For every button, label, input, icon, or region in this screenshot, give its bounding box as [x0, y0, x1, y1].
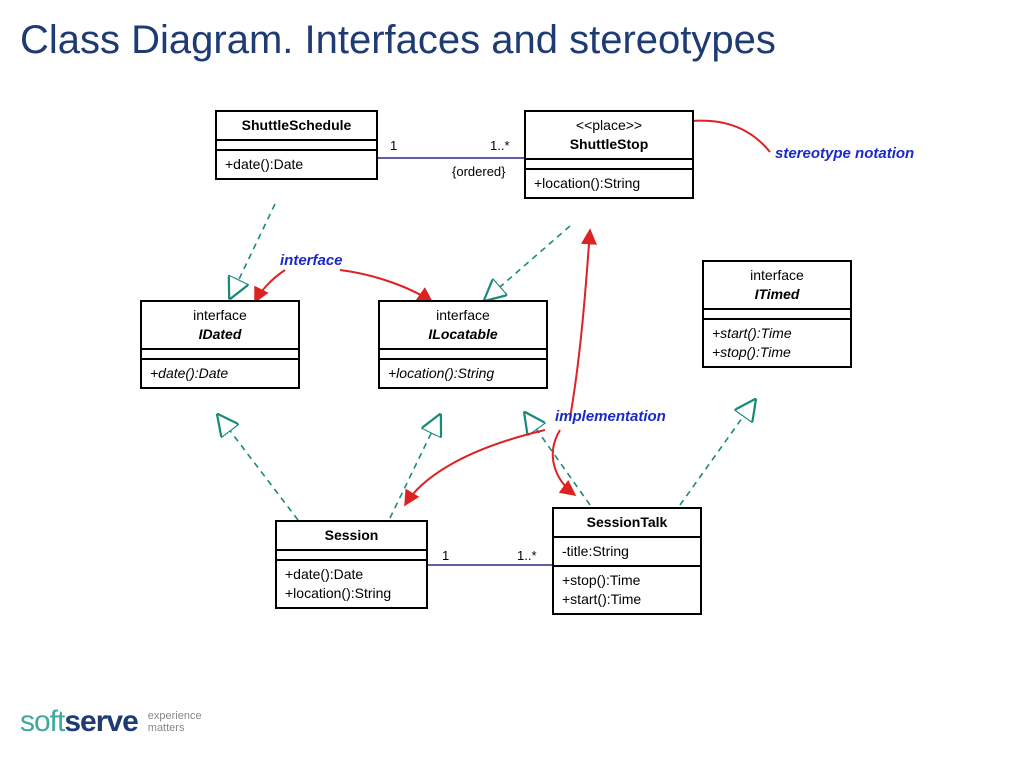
- class-attrs-empty: [380, 350, 546, 360]
- class-attrs: -title:String: [554, 538, 700, 567]
- op: +stop():Time: [712, 343, 842, 362]
- note-interface: interface: [280, 252, 343, 269]
- stereotype: interface: [150, 306, 290, 325]
- op: +start():Time: [562, 590, 692, 609]
- stereotype: interface: [712, 266, 842, 285]
- class-attrs-empty: [217, 141, 376, 151]
- class-ops: +date():Date: [142, 360, 298, 387]
- class-name: ITimed: [712, 285, 842, 304]
- interface-ilocatable: interface ILocatable +location():String: [378, 300, 548, 389]
- class-ops: +location():String: [380, 360, 546, 387]
- class-ops: +date():Date: [217, 151, 376, 178]
- class-name: SessionTalk: [554, 509, 700, 538]
- class-name: ShuttleStop: [534, 135, 684, 154]
- class-attrs-empty: [526, 160, 692, 170]
- op: +location():String: [285, 584, 418, 603]
- multiplicity-right: 1..*: [490, 138, 510, 153]
- op: +date():Date: [285, 565, 418, 584]
- op: +location():String: [388, 364, 538, 383]
- class-shuttleschedule: ShuttleSchedule +date():Date: [215, 110, 378, 180]
- class-header: interface IDated: [142, 302, 298, 350]
- class-ops: +date():Date +location():String: [277, 561, 426, 607]
- slide-title: Class Diagram. Interfaces and stereotype…: [20, 18, 776, 63]
- class-attrs-empty: [142, 350, 298, 360]
- class-attrs-empty: [277, 551, 426, 561]
- class-attrs-empty: [704, 310, 850, 320]
- constraint-ordered: {ordered}: [452, 164, 506, 179]
- logo-part2: serve: [64, 705, 137, 738]
- class-name: IDated: [150, 325, 290, 344]
- class-header: interface ILocatable: [380, 302, 546, 350]
- multiplicity-right: 1..*: [517, 548, 537, 563]
- class-header: interface ITimed: [704, 262, 850, 310]
- class-shuttlestop: <<place>> ShuttleStop +location():String: [524, 110, 694, 199]
- note-stereotype: stereotype notation: [775, 145, 914, 162]
- class-sessiontalk: SessionTalk -title:String +stop():Time +…: [552, 507, 702, 615]
- interface-idated: interface IDated +date():Date: [140, 300, 300, 389]
- class-ops: +start():Time +stop():Time: [704, 320, 850, 366]
- attr: -title:String: [562, 542, 692, 561]
- class-ops: +stop():Time +start():Time: [554, 567, 700, 613]
- multiplicity-left: 1: [442, 548, 449, 563]
- class-header: <<place>> ShuttleStop: [526, 112, 692, 160]
- note-implementation: implementation: [555, 408, 666, 425]
- stereotype: interface: [388, 306, 538, 325]
- class-ops: +location():String: [526, 170, 692, 197]
- logo-part1: soft: [20, 705, 64, 738]
- class-name: ShuttleSchedule: [217, 112, 376, 141]
- op: +date():Date: [150, 364, 290, 383]
- op: +start():Time: [712, 324, 842, 343]
- op: +location():String: [534, 174, 684, 193]
- class-session: Session +date():Date +location():String: [275, 520, 428, 609]
- class-name: Session: [277, 522, 426, 551]
- op: +date():Date: [225, 155, 368, 174]
- logo: softserve experiencematters: [20, 705, 202, 739]
- stereotype: <<place>>: [534, 116, 684, 135]
- multiplicity-left: 1: [390, 138, 397, 153]
- logo-tagline: experiencematters: [148, 710, 202, 734]
- class-name: ILocatable: [388, 325, 538, 344]
- interface-itimed: interface ITimed +start():Time +stop():T…: [702, 260, 852, 368]
- op: +stop():Time: [562, 571, 692, 590]
